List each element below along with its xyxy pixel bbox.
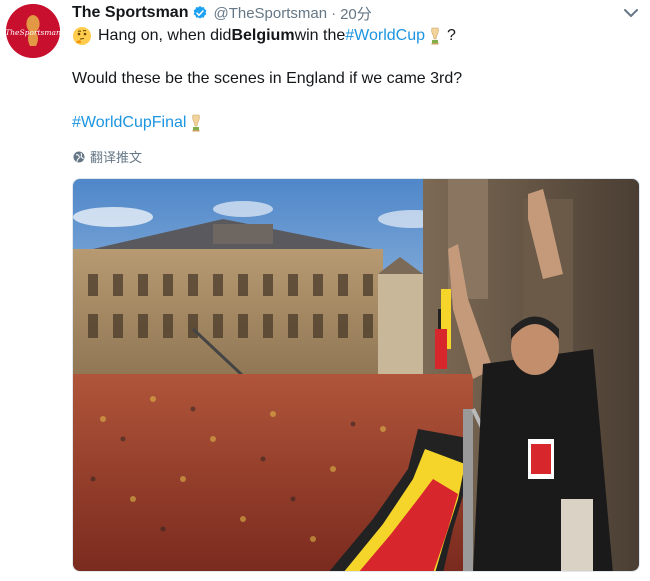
- user-handle[interactable]: @TheSportsman: [213, 5, 327, 22]
- avatar[interactable]: TheSportsman: [6, 4, 60, 58]
- trophy-icon: [192, 114, 201, 132]
- tweet-text-bold: Belgium: [231, 27, 295, 44]
- celebration-photo: [73, 179, 639, 571]
- tweet-text-prefix: Hang on, when did: [98, 27, 232, 44]
- avatar-logo-text: TheSportsman: [6, 28, 60, 37]
- verified-badge-icon: [194, 6, 207, 19]
- tweet-text-line-2: Would these be the scenes in England if …: [72, 70, 463, 87]
- hashtag-worldcup-link[interactable]: #WorldCup: [345, 27, 425, 45]
- tweet-text-line-3: #WorldCupFinal: [72, 114, 206, 132]
- tweet-text-suffix: ?: [447, 27, 456, 44]
- globe-icon: [73, 151, 85, 162]
- tweet-text-line-1: Hang on, when did Belgium win the #World…: [72, 24, 456, 48]
- translate-tweet-button[interactable]: 翻译推文: [73, 147, 142, 166]
- tweet-header: The Sportsman @TheSportsman · 20分: [72, 2, 372, 24]
- header-separator: ·: [331, 4, 337, 22]
- tweet-text-middle: win the: [294, 27, 346, 44]
- tweet[interactable]: TheSportsman The Sportsman @TheSportsman…: [0, 0, 650, 581]
- chevron-down-icon[interactable]: [622, 6, 640, 20]
- tweet-timestamp[interactable]: 20分: [340, 3, 372, 24]
- trophy-icon: [431, 27, 439, 45]
- tweet-photo[interactable]: [72, 178, 640, 572]
- display-name[interactable]: The Sportsman: [72, 4, 188, 22]
- hashtag-worldcupfinal-link[interactable]: #WorldCupFinal: [72, 114, 186, 132]
- translate-label: 翻译推文: [90, 150, 143, 165]
- thinking-face-icon: [73, 27, 91, 45]
